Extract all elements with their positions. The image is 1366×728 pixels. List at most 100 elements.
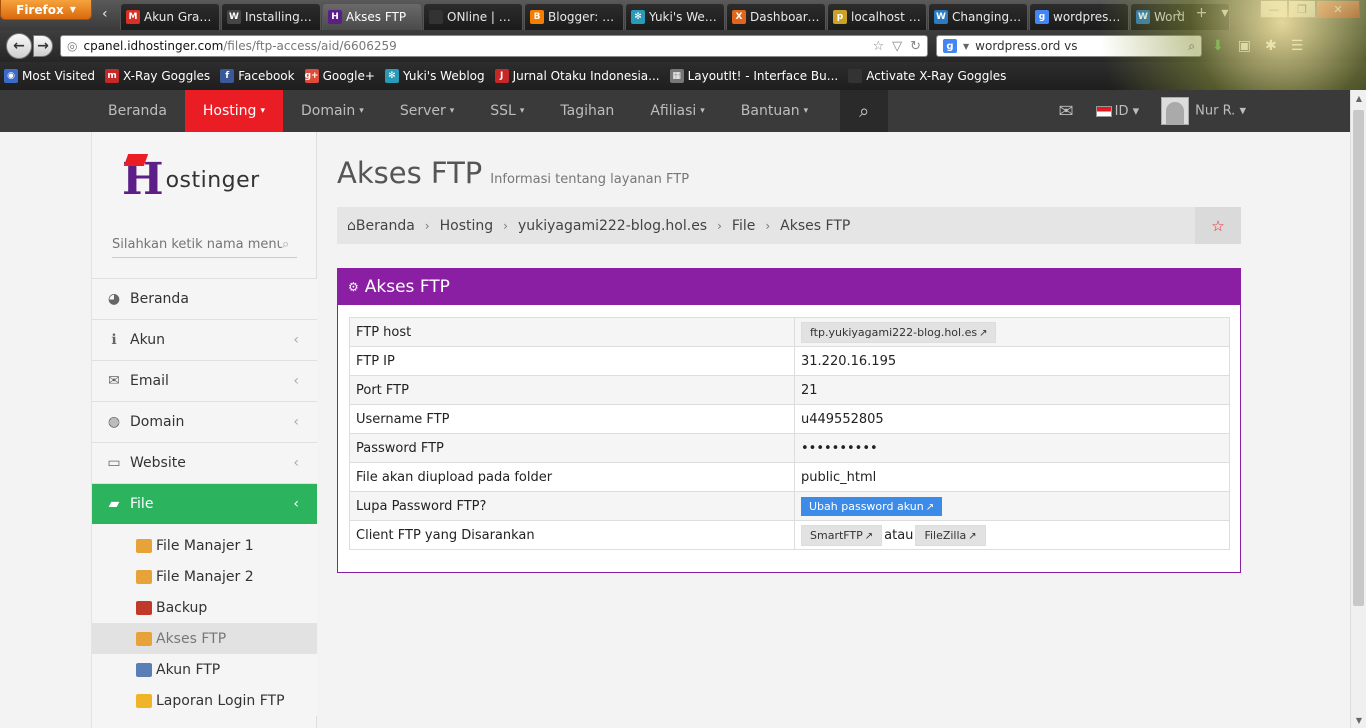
chevron-left-icon: ‹ xyxy=(293,455,299,471)
new-tab-icon[interactable]: + xyxy=(1196,5,1208,21)
addon-icon[interactable]: ✱ xyxy=(1265,38,1277,54)
topnav-search-button[interactable]: ⌕ xyxy=(840,90,889,132)
scrollbar-thumb[interactable] xyxy=(1353,110,1364,606)
sidebar-submenu-file: File Manajer 1 File Manajer 2 Backup Akses … xyxy=(92,524,317,716)
browser-tab[interactable]: X Dashboard ‹... xyxy=(726,3,826,30)
bookmark-item[interactable]: f Facebook xyxy=(220,69,295,83)
avatar xyxy=(1161,97,1190,125)
topnav-item-afiliasi[interactable]: Afiliasi ▾ xyxy=(632,90,722,132)
browser-tab[interactable]: p localhost / l... xyxy=(827,3,927,30)
browser-tab[interactable]: B Blogger: Yu... xyxy=(524,3,624,30)
submenu-item[interactable]: Akses FTP xyxy=(92,623,317,654)
tab-favicon-icon: W xyxy=(227,10,241,24)
row-label: File akan diupload pada folder xyxy=(349,462,795,492)
bookmark-item[interactable]: ✻ Yuki's Weblog xyxy=(384,69,485,83)
sidebar-item-akun[interactable]: ℹ Akun ‹ xyxy=(92,319,317,360)
sidebar-item-file[interactable]: ▰ File ‹ xyxy=(92,483,317,524)
search-icon[interactable]: ⌕ xyxy=(1188,39,1195,54)
hostinger-logo[interactable]: H ostinger xyxy=(122,154,292,206)
topnav-item-tagihan[interactable]: Tagihan xyxy=(542,90,632,132)
submenu-item[interactable]: Laporan Login FTP xyxy=(92,685,317,716)
row-value: Ubah password akun ↗ xyxy=(794,491,1230,521)
bookmark-item[interactable]: Activate X-Ray Goggles xyxy=(848,69,1006,83)
client-filezilla-link[interactable]: FileZilla ↗ xyxy=(915,524,986,546)
address-bar[interactable]: ◎ cpanel.idhostinger.com/files/ftp-acces… xyxy=(60,35,928,57)
topnav-item-domain[interactable]: Domain ▾ xyxy=(283,90,382,132)
browser-tab[interactable]: ✻ Yuki's Webl... xyxy=(625,3,725,30)
browser-tab[interactable]: H Akses FTP xyxy=(322,3,422,30)
chevron-down-icon: ▼ xyxy=(69,5,76,14)
bookmark-star-icon[interactable]: ☆ xyxy=(872,39,884,54)
favorite-button[interactable]: ☆ xyxy=(1195,207,1241,244)
tab-scroll-left-icon[interactable]: ‹ xyxy=(102,6,108,22)
breadcrumb-item[interactable]: Beranda xyxy=(356,218,415,234)
bookmark-favicon-icon: f xyxy=(220,69,235,83)
arrow-right-icon: → xyxy=(37,38,49,54)
breadcrumb-item[interactable]: File xyxy=(732,218,755,234)
sidebar-item-beranda[interactable]: ◕ Beranda xyxy=(92,278,317,319)
breadcrumb-item[interactable]: Hosting xyxy=(440,218,494,234)
scroll-down-icon[interactable]: ▼ xyxy=(1351,712,1366,728)
tab-favicon-icon: g xyxy=(1035,10,1049,24)
reload-icon[interactable]: ↻ xyxy=(910,39,921,54)
user-menu[interactable]: Nur R. ▾ xyxy=(1161,97,1246,125)
firefox-menu-button[interactable]: Firefox ▼ xyxy=(0,0,92,20)
chevron-left-icon: ‹ xyxy=(293,332,299,348)
close-icon[interactable]: ✕ xyxy=(1316,0,1360,18)
change-password-button[interactable]: Ubah password akun ↗ xyxy=(801,496,943,516)
search-value: wordpress.ord vs xyxy=(975,39,1078,53)
bookmark-item[interactable]: ▦ LayoutIt! - Interface Bu... xyxy=(669,69,838,83)
external-link-icon: ↗ xyxy=(864,530,874,542)
restore-icon[interactable]: ❐ xyxy=(1288,0,1316,18)
submenu-item[interactable]: File Manajer 2 xyxy=(92,561,317,592)
page-scrollbar[interactable]: ▲ ▼ xyxy=(1350,90,1366,728)
tab-list-icon[interactable]: ▾ xyxy=(1221,5,1228,21)
topnav-item-hosting[interactable]: Hosting ▾ xyxy=(184,90,283,132)
tab-strip: M Akun Gratis ... W Installing W... H Akses F… xyxy=(120,3,1231,30)
bookmark-item[interactable]: m X-Ray Goggles xyxy=(105,69,210,83)
menu-icon[interactable]: ☰ xyxy=(1291,38,1304,54)
sidebar-item-email[interactable]: ✉ Email ‹ xyxy=(92,360,317,401)
bookmark-item[interactable]: g+ Google+ xyxy=(304,69,375,83)
search-bar[interactable]: g ▼ wordpress.ord vs ⌕ xyxy=(936,35,1202,57)
breadcrumb-item[interactable]: yukiyagami222-blog.hol.es xyxy=(518,218,707,234)
minimize-icon[interactable]: — xyxy=(1260,0,1288,18)
download-icon[interactable]: ⬇ xyxy=(1212,38,1224,54)
browser-tab[interactable]: M Akun Gratis ... xyxy=(120,3,220,30)
submenu-item[interactable]: Akun FTP xyxy=(92,654,317,685)
topnav-item-server[interactable]: Server ▾ xyxy=(382,90,472,132)
submenu-item-label: Akun FTP xyxy=(156,661,221,678)
external-link-icon: ↗ xyxy=(968,530,977,542)
submenu-item[interactable]: Backup xyxy=(92,592,317,623)
tab-scroll-right-icon[interactable]: › xyxy=(1176,5,1182,21)
ftp-host-link[interactable]: ftp.yukiyagami222-blog.hol.es ↗ xyxy=(801,321,997,343)
browser-tab[interactable]: W Changing a ... xyxy=(928,3,1028,30)
dropdown-icon[interactable]: ▽ xyxy=(892,39,902,54)
topnav-right: ✉ ID ▾ Nur R. ▾ xyxy=(1059,90,1350,132)
sidebar-item-domain[interactable]: ◍ Domain ‹ xyxy=(92,401,317,442)
sidebar-item-website[interactable]: ▭ Website ‹ xyxy=(92,442,317,483)
forward-button[interactable]: → xyxy=(33,35,53,57)
breadcrumb-item[interactable]: Akses FTP xyxy=(780,218,850,234)
browser-tab[interactable]: W Installing W... xyxy=(221,3,321,30)
bookmarks-icon[interactable]: ▣ xyxy=(1238,38,1251,54)
client-smartftp-link[interactable]: SmartFTP ↗ xyxy=(801,524,883,546)
browser-tab[interactable]: ONline | Ho... xyxy=(423,3,523,30)
topnav-item-bantuan[interactable]: Bantuan ▾ xyxy=(723,90,826,132)
panel-header: ⚙ Akses FTP xyxy=(338,269,1240,305)
bookmark-item[interactable]: ◉ Most Visited xyxy=(4,69,95,83)
topnav-item-beranda[interactable]: Beranda xyxy=(0,90,185,132)
submenu-item[interactable]: File Manajer 1 xyxy=(92,530,317,561)
scroll-up-icon[interactable]: ▲ xyxy=(1351,90,1366,106)
bookmark-item[interactable]: J Jurnal Otaku Indonesia... xyxy=(494,69,660,83)
tab-label: Yuki's Webl... xyxy=(649,10,719,24)
bookmark-label: Activate X-Ray Goggles xyxy=(866,69,1007,83)
language-selector[interactable]: ID ▾ xyxy=(1095,104,1139,119)
tab-controls: › + ▾ xyxy=(1176,5,1228,21)
topnav-item-label: Bantuan xyxy=(740,103,800,119)
topnav-item-ssl[interactable]: SSL ▾ xyxy=(472,90,542,132)
sidebar-search-input[interactable] xyxy=(112,237,282,252)
browser-tab[interactable]: g wordpress.o... xyxy=(1029,3,1129,30)
back-button[interactable]: ← xyxy=(6,33,32,59)
envelope-icon[interactable]: ✉ xyxy=(1059,101,1074,122)
